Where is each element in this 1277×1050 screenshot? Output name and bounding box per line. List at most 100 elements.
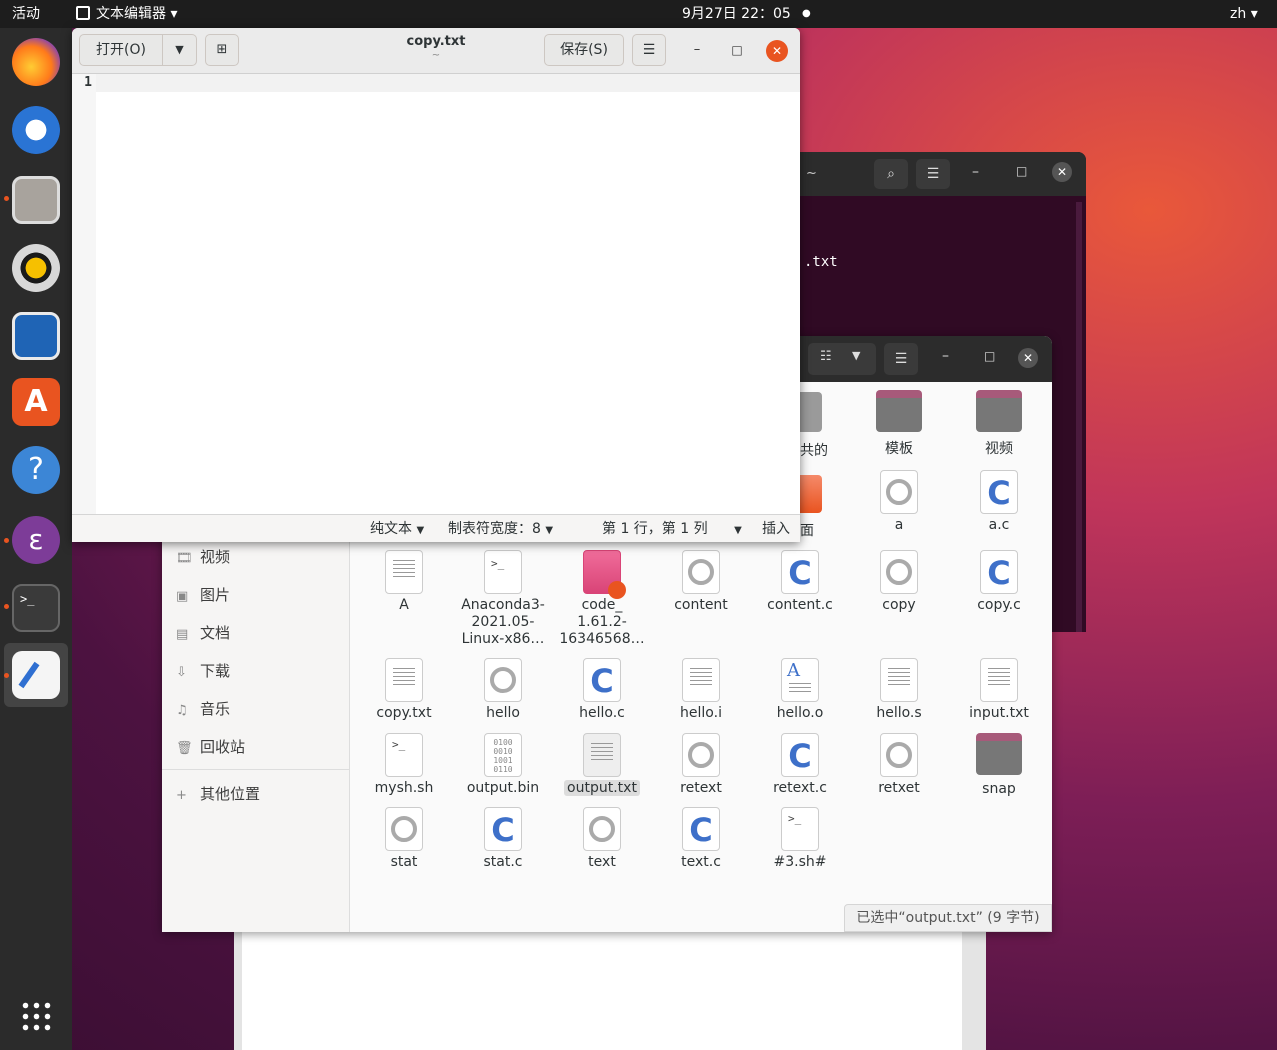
file-label: retext.c [773,780,827,796]
close-icon[interactable]: ✕ [1052,162,1072,182]
tab-width-label: 制表符宽度：8 [448,521,541,537]
file-item[interactable]: Ccopy.c [949,550,1049,613]
search-icon[interactable]: ⌕ [874,159,908,189]
file-item[interactable]: 0100 0010 1001 0110 output.bin [453,733,553,796]
activities-button[interactable]: 活动 [12,0,40,28]
clock[interactable]: 9月27日 22：05 [682,0,791,28]
text-editor-icon [76,6,90,20]
open-button[interactable]: 打开(O) [79,34,163,66]
gear-icon [583,807,621,851]
insert-mode-label[interactable]: 插入 [762,515,790,542]
sidebar-item-downloads[interactable]: ⇩ 下载 [176,660,230,681]
file-item-selected[interactable]: output.txt [552,733,652,796]
minimize-icon[interactable]: – [686,39,708,61]
close-icon[interactable]: ✕ [766,40,788,62]
file-item[interactable]: retxet [849,733,949,796]
folder-templates[interactable]: 模板 [849,390,949,458]
file-item[interactable]: >_ #3.sh# [750,807,850,870]
files-icon[interactable] [12,176,60,224]
hamburger-menu-icon[interactable]: ☰ [884,343,918,375]
terminal-scrollbar[interactable] [1076,202,1082,632]
software-center-icon[interactable]: A [12,378,60,426]
sidebar-item-other-locations[interactable]: + 其他位置 [176,783,260,804]
file-item[interactable]: stat [354,807,454,870]
text-editor-window[interactable]: 打开(O) ▼ ⊞ copy.txt ~ 保存(S) ☰ – □ ✕ 1 纯文本… [72,28,800,542]
show-apps-grid-icon[interactable] [20,1000,52,1032]
file-item[interactable]: copy [849,550,949,613]
help-icon[interactable]: ? [12,446,60,494]
rhythmbox-icon[interactable] [12,244,60,292]
file-label: Anaconda3- 2021.05- Linux-x86… [461,597,545,647]
file-item[interactable]: Cstat.c [453,807,553,870]
hamburger-menu-icon[interactable]: ☰ [916,159,950,189]
file-item[interactable]: Ctext.c [651,807,751,870]
cursor-position-selector[interactable]: 第 1 行，第 1 列 ▼ [602,515,742,542]
folder-icon [976,390,1022,432]
sidebar-item-trash[interactable]: 🗑 回收站 [176,736,245,757]
chevron-down-icon[interactable]: ▼ [852,349,860,362]
file-label: a [894,517,904,533]
file-item[interactable]: a [849,470,949,533]
file-label: copy.c [977,597,1021,613]
language-indicator[interactable]: zh ▾ [1230,0,1258,28]
file-item[interactable]: Ahello.o [750,658,850,721]
thunderbird-icon[interactable] [12,106,60,154]
list-view-icon[interactable]: ☷ [820,349,832,364]
file-item[interactable]: text [552,807,652,870]
c-file-icon: C [980,550,1018,594]
text-editor-dock-icon[interactable] [12,651,60,699]
text-area[interactable] [96,92,800,514]
view-toggle[interactable]: ☷ ▼ [808,343,876,375]
chevron-down-icon[interactable]: ▼ [162,34,197,66]
file-item[interactable]: content [651,550,751,613]
maximize-icon[interactable]: □ [1016,164,1027,178]
gear-icon [880,550,918,594]
file-item[interactable]: copy.txt [354,658,454,721]
sidebar-item-music[interactable]: ♫ 音乐 [176,698,230,719]
maximize-icon[interactable]: □ [726,39,748,61]
folder-videos[interactable]: 视频 [949,390,1049,458]
file-item[interactable]: A [354,550,454,613]
file-item[interactable]: >_ mysh.sh [354,733,454,796]
sidebar-item-documents[interactable]: ▤ 文档 [176,622,230,643]
sidebar-item-pictures[interactable]: ▣ 图片 [176,584,230,605]
close-icon[interactable]: ✕ [1018,348,1038,368]
app-menu[interactable]: 文本编辑器 ▾ [76,0,177,28]
minimize-icon[interactable]: – [972,164,979,180]
sidebar-item-videos[interactable]: 🎞 视频 [176,546,230,567]
file-label: code_ 1.61.2- 16346568… [559,597,645,647]
save-button[interactable]: 保存(S) [544,34,624,66]
syntax-selector[interactable]: 纯文本 ▼ [370,515,424,542]
file-item[interactable]: Ccontent.c [750,550,850,613]
document-icon: ▤ [176,627,189,642]
file-item[interactable]: Chello.c [552,658,652,721]
tab-width-selector[interactable]: 制表符宽度：8 ▼ [448,515,553,542]
c-file-icon: C [980,470,1018,514]
folder-snap[interactable]: snap [949,733,1049,797]
file-label: a.c [988,517,1010,533]
file-label: output.bin [466,780,540,796]
libreoffice-writer-icon[interactable] [12,312,60,360]
hamburger-menu-icon[interactable]: ☰ [632,34,666,66]
terminal-icon[interactable]: >_ [12,584,60,632]
file-item[interactable]: code_ 1.61.2- 16346568… [552,550,652,648]
minimize-icon[interactable]: – [942,348,949,364]
chevron-down-icon: ▼ [545,525,554,536]
file-item[interactable]: hello [453,658,553,721]
text-file-icon [385,658,423,702]
firefox-icon[interactable] [12,38,60,86]
file-item[interactable]: input.txt [949,658,1049,721]
file-item[interactable]: >_ Anaconda3- 2021.05- Linux-x86… [453,550,553,648]
script-icon: >_ [385,733,423,777]
file-icon[interactable] [800,475,822,513]
file-item[interactable]: hello.s [849,658,949,721]
emacs-icon[interactable]: ε [12,516,60,564]
new-tab-icon[interactable]: ⊞ [205,34,239,66]
maximize-icon[interactable]: □ [984,349,995,363]
folder-icon[interactable] [800,392,822,432]
image-icon: ▣ [176,589,189,604]
file-item[interactable]: Cretext.c [750,733,850,796]
file-item[interactable]: retext [651,733,751,796]
file-item[interactable]: hello.i [651,658,751,721]
file-item[interactable]: Ca.c [949,470,1049,533]
